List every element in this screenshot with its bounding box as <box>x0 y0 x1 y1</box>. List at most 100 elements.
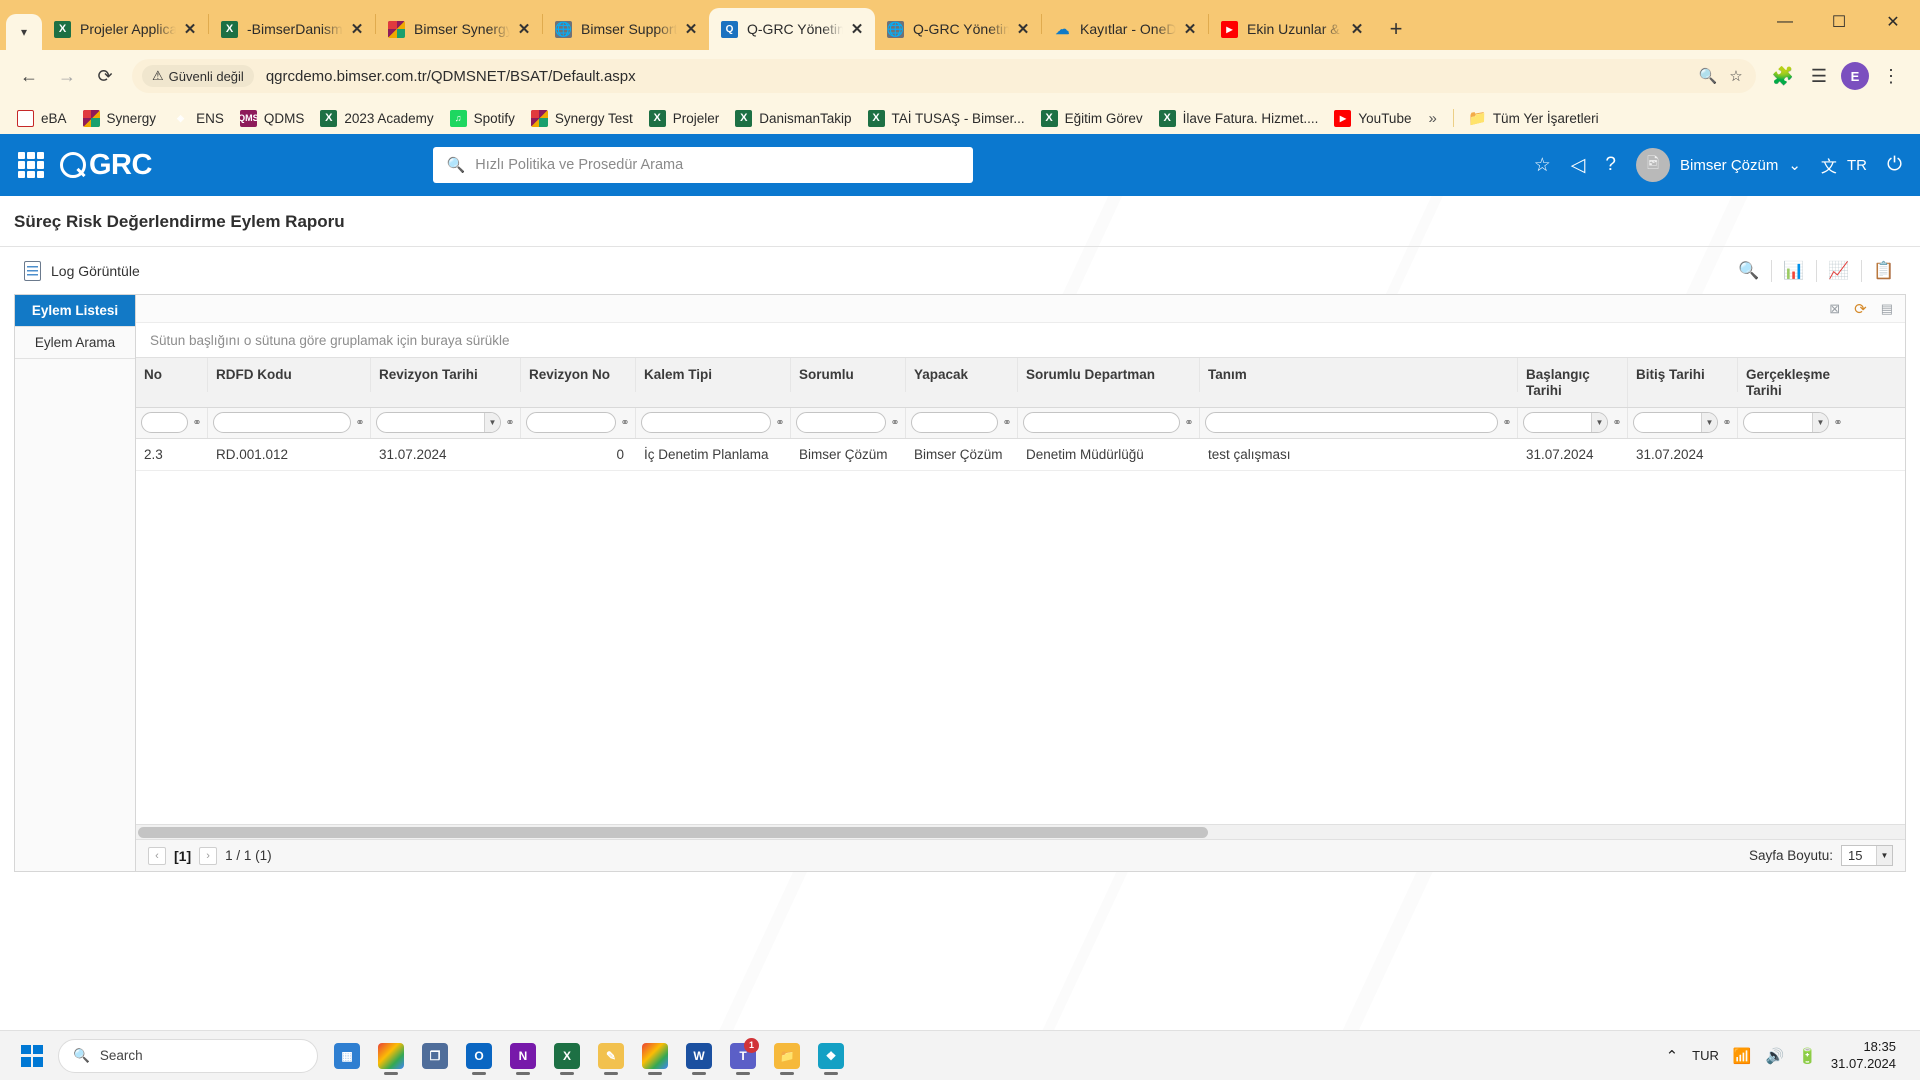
tray-chevron-icon[interactable]: ⌃ <box>1666 1047 1679 1065</box>
chevron-down-icon[interactable]: ▼ <box>484 413 500 433</box>
filter-input[interactable]: ▼ <box>376 412 501 434</box>
zoom-icon[interactable]: 🔍 <box>1694 62 1722 90</box>
browser-tab[interactable]: Ekin Uzunlar & K✕ <box>1209 8 1375 50</box>
word-icon[interactable]: W <box>678 1036 720 1076</box>
back-button[interactable]: ← <box>12 59 46 93</box>
filter-mode-icon[interactable]: ⚭ <box>354 416 366 429</box>
filter-input[interactable] <box>911 412 998 434</box>
filter-input[interactable] <box>141 412 188 434</box>
column-header[interactable]: Tanım <box>1200 358 1518 392</box>
page-size-select[interactable]: 15 ▼ <box>1841 845 1893 866</box>
bar-chart-icon[interactable]: 📊 <box>1772 256 1816 286</box>
column-header[interactable]: Sorumlu <box>791 358 906 392</box>
clock[interactable]: 18:35 31.07.2024 <box>1831 1039 1896 1072</box>
chevron-down-icon[interactable]: ▼ <box>1701 413 1717 433</box>
filter-mode-icon[interactable]: ⚭ <box>1721 416 1733 429</box>
bookmark-item[interactable]: Synergy Test <box>524 107 640 130</box>
notepad-icon[interactable]: ✎ <box>590 1036 632 1076</box>
column-header[interactable]: RDFD Kodu <box>208 358 371 392</box>
filter-mode-icon[interactable]: ⚭ <box>889 416 901 429</box>
filter-mode-icon[interactable]: ⚭ <box>1001 416 1013 429</box>
bookmark-item[interactable]: İlave Fatura. Hizmet.... <box>1152 107 1326 130</box>
reload-button[interactable]: ⟳ <box>88 59 122 93</box>
browser-tab[interactable]: Q-GRC Yönetim Sistemi✕ <box>875 8 1041 50</box>
filter-mode-icon[interactable]: ⚭ <box>1183 416 1195 429</box>
column-header[interactable]: Revizyon No <box>521 358 636 392</box>
language-selector[interactable]: 文 TR <box>1821 153 1867 177</box>
bookmark-item[interactable]: 2023 Academy <box>313 107 440 130</box>
bookmark-item[interactable]: Eğitim Görev <box>1034 107 1150 130</box>
close-tab-button[interactable]: ✕ <box>1013 19 1033 39</box>
quick-search-box[interactable]: 🔍 Hızlı Politika ve Prosedür Arama <box>432 147 973 183</box>
file-explorer-icon[interactable]: 📁 <box>766 1036 808 1076</box>
grid-apps-icon[interactable] <box>18 152 44 178</box>
profile-avatar[interactable]: E <box>1838 59 1872 93</box>
app-icon[interactable]: ❖ <box>810 1036 852 1076</box>
announcement-icon[interactable]: ◁ <box>1571 154 1586 177</box>
bookmark-item[interactable]: DanismanTakip <box>728 107 858 130</box>
outlook-icon[interactable]: O <box>458 1036 500 1076</box>
address-bar[interactable]: ⚠ Güvenli değil qgrcdemo.bimser.com.tr/Q… <box>132 59 1756 93</box>
bookmark-item[interactable]: eBA eBA <box>10 107 74 130</box>
bookmarks-overflow-icon[interactable]: » <box>1420 110 1444 127</box>
filter-input[interactable] <box>1205 412 1498 434</box>
scrollbar-thumb[interactable] <box>138 827 1208 838</box>
filter-mode-icon[interactable]: ⚭ <box>504 416 516 429</box>
all-bookmarks-button[interactable]: 📁 Tüm Yer İşaretleri <box>1462 107 1606 130</box>
report-chart-icon[interactable]: 📈 <box>1817 256 1861 286</box>
filter-mode-icon[interactable]: ⚭ <box>774 416 786 429</box>
close-tab-button[interactable]: ✕ <box>681 19 701 39</box>
filter-mode-icon[interactable]: ⚭ <box>619 416 631 429</box>
column-header[interactable]: Bitiş Tarihi <box>1628 358 1738 392</box>
close-tab-button[interactable]: ✕ <box>1180 19 1200 39</box>
filter-mode-icon[interactable]: ⚭ <box>1611 416 1623 429</box>
bookmark-item[interactable]: QMS QDMS <box>233 107 312 130</box>
help-icon[interactable]: ? <box>1605 154 1616 176</box>
browser-tab[interactable]: Bimser Synergy ✕ <box>376 8 542 50</box>
filter-mode-icon[interactable]: ⚭ <box>191 416 203 429</box>
next-page-button[interactable]: › <box>199 846 218 865</box>
onenote-icon[interactable]: N <box>502 1036 544 1076</box>
filter-mode-icon[interactable]: ⚭ <box>1832 416 1844 429</box>
extensions-icon[interactable]: 🧩 <box>1766 59 1800 93</box>
bookmark-item[interactable]: Synergy <box>76 107 164 130</box>
tray-language[interactable]: TUR <box>1692 1048 1719 1063</box>
column-header[interactable]: Kalem Tipi <box>636 358 791 392</box>
teams-icon[interactable]: T1 <box>722 1036 764 1076</box>
maximize-button[interactable]: ☐ <box>1812 0 1866 44</box>
forward-button[interactable]: → <box>50 59 84 93</box>
bookmark-star-icon[interactable]: ☆ <box>1722 62 1750 90</box>
column-header[interactable]: Gerçekleşme Tarihi <box>1738 358 1848 407</box>
filter-input[interactable] <box>526 412 616 434</box>
bookmark-item[interactable]: ◈ ENS <box>165 107 231 130</box>
filter-input[interactable] <box>796 412 886 434</box>
widgets-icon[interactable]: ▦ <box>326 1036 368 1076</box>
volume-icon[interactable]: 🔊 <box>1766 1047 1785 1065</box>
column-chooser-icon[interactable]: ▤ <box>1881 301 1893 317</box>
column-header[interactable]: Revizyon Tarihi <box>371 358 521 392</box>
filter-input[interactable]: ▼ <box>1633 412 1718 434</box>
wifi-icon[interactable]: 📶 <box>1733 1047 1752 1065</box>
new-tab-button[interactable]: + <box>1379 12 1413 46</box>
minimize-button[interactable]: — <box>1758 0 1812 44</box>
sidebar-item-eylem-arama[interactable]: Eylem Arama <box>15 327 135 359</box>
close-tab-button[interactable]: ✕ <box>514 19 534 39</box>
close-tab-button[interactable]: ✕ <box>347 19 367 39</box>
battery-icon[interactable]: 🔋 <box>1798 1047 1817 1065</box>
log-view-button[interactable]: Log Görüntüle <box>24 260 140 281</box>
sidebar-item-eylem-listesi[interactable]: Eylem Listesi <box>15 295 135 327</box>
chrome-active-icon[interactable] <box>634 1036 676 1076</box>
security-indicator[interactable]: ⚠ Güvenli değil <box>142 65 254 87</box>
chevron-down-icon[interactable]: ▼ <box>1591 413 1607 433</box>
group-drop-panel[interactable]: Sütun başlığını o sütuna göre gruplamak … <box>136 323 1905 357</box>
refresh-icon[interactable]: ⟳ <box>1854 300 1867 318</box>
bookmark-item[interactable]: TAİ TUSAŞ - Bimser... <box>861 107 1032 130</box>
task-view-icon[interactable]: ❐ <box>414 1036 456 1076</box>
export-excel-icon[interactable]: 📋 <box>1862 256 1906 286</box>
close-tab-button[interactable]: ✕ <box>1347 19 1367 39</box>
column-header[interactable]: Sorumlu Departman <box>1018 358 1200 392</box>
table-row[interactable]: 2.3 RD.001.012 31.07.2024 0 İç Denetim Planl… <box>136 439 1905 472</box>
filter-mode-icon[interactable]: ⚭ <box>1501 416 1513 429</box>
prev-page-button[interactable]: ‹ <box>148 846 166 865</box>
chevron-down-icon[interactable]: ▼ <box>1812 413 1828 433</box>
